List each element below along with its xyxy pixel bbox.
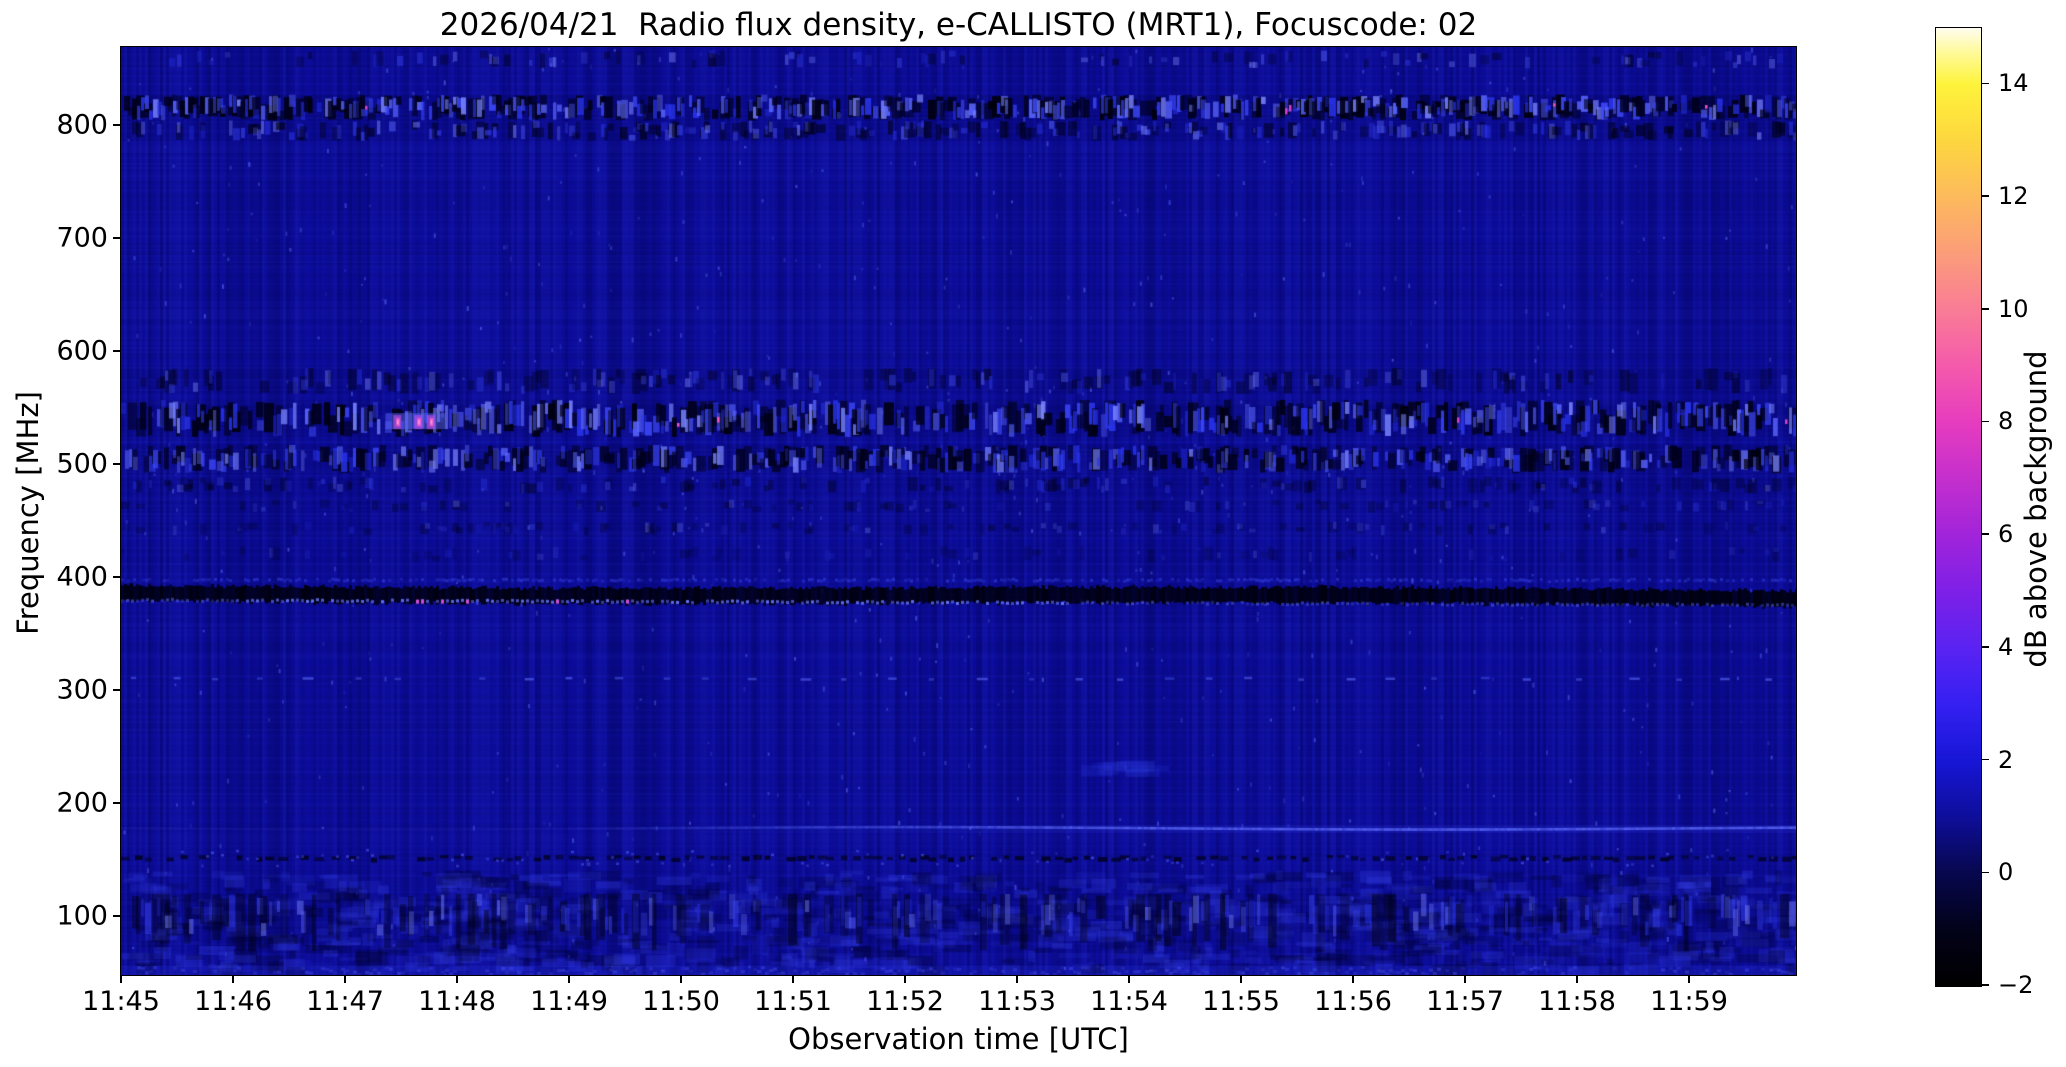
colorbar-tick-label: 14 bbox=[1998, 69, 2029, 98]
x-tick-label: 11:58 bbox=[1538, 986, 1616, 1017]
y-tick-mark bbox=[113, 124, 121, 126]
x-tick-label: 11:50 bbox=[642, 986, 720, 1017]
x-tick-label: 11:54 bbox=[1090, 986, 1168, 1017]
x-tick-mark bbox=[1352, 975, 1354, 983]
x-tick-mark bbox=[232, 975, 234, 983]
x-axis-label: Observation time [UTC] bbox=[788, 1022, 1129, 1056]
x-tick-label: 11:53 bbox=[978, 986, 1056, 1017]
x-tick-label: 11:48 bbox=[418, 986, 496, 1017]
colorbar-tick-mark bbox=[1981, 420, 1989, 423]
y-tick-label: 700 bbox=[56, 222, 108, 254]
x-tick-label: 11:49 bbox=[530, 986, 608, 1017]
colorbar-tick-label: 10 bbox=[1998, 294, 2029, 323]
colorbar-tick-label: −2 bbox=[1998, 971, 2034, 999]
x-tick-mark bbox=[1576, 975, 1578, 983]
x-tick-label: 11:45 bbox=[82, 986, 160, 1017]
colorbar-tick-mark bbox=[1981, 533, 1989, 535]
y-tick-label: 800 bbox=[56, 109, 108, 141]
x-tick-mark bbox=[1464, 975, 1466, 983]
colorbar-tick-label: 12 bbox=[1998, 182, 2029, 211]
figure-root: 2026/04/21 Radio flux density, e-CALLIST… bbox=[0, 0, 2066, 1067]
colorbar-tick-label: 6 bbox=[1998, 520, 2014, 549]
x-tick-mark bbox=[568, 975, 570, 983]
x-tick-mark bbox=[1128, 975, 1130, 983]
y-tick-label: 600 bbox=[56, 335, 108, 367]
x-tick-mark bbox=[120, 975, 122, 983]
y-tick-mark bbox=[113, 350, 121, 352]
x-tick-mark bbox=[344, 975, 346, 983]
y-tick-mark bbox=[113, 915, 121, 917]
y-tick-label: 200 bbox=[56, 787, 108, 819]
y-tick-label: 500 bbox=[56, 448, 108, 480]
colorbar-tick-label: 8 bbox=[1998, 407, 2014, 436]
colorbar-tick-mark bbox=[1981, 758, 1989, 761]
colorbar-tick-mark bbox=[1981, 646, 1989, 648]
colorbar-tick-mark bbox=[1981, 871, 1989, 874]
x-tick-label: 11:56 bbox=[1314, 986, 1392, 1017]
x-tick-mark bbox=[792, 975, 794, 983]
y-tick-mark bbox=[113, 689, 121, 691]
colorbar-tick-mark bbox=[1981, 82, 1989, 85]
x-tick-mark bbox=[1240, 975, 1242, 983]
y-tick-mark bbox=[113, 463, 121, 465]
colorbar-gradient bbox=[1936, 28, 1981, 986]
colorbar-tick-mark bbox=[1981, 984, 1989, 986]
y-tick-label: 100 bbox=[56, 900, 108, 932]
x-tick-mark bbox=[1688, 975, 1690, 983]
x-tick-label: 11:51 bbox=[754, 986, 832, 1017]
spectrogram-plot bbox=[120, 46, 1797, 976]
plot-title: 2026/04/21 Radio flux density, e-CALLIST… bbox=[439, 7, 1478, 43]
colorbar-tick-label: 2 bbox=[1998, 745, 2014, 774]
x-tick-label: 11:47 bbox=[306, 986, 384, 1017]
x-tick-mark bbox=[1016, 975, 1018, 983]
spectrogram-heatmap bbox=[121, 47, 1796, 975]
x-tick-mark bbox=[904, 975, 906, 983]
colorbar bbox=[1935, 27, 1982, 987]
colorbar-tick-mark bbox=[1981, 195, 1989, 197]
x-tick-label: 11:57 bbox=[1426, 986, 1504, 1017]
x-tick-label: 11:52 bbox=[866, 986, 944, 1017]
x-tick-mark bbox=[680, 975, 682, 983]
colorbar-tick-mark bbox=[1981, 308, 1989, 310]
colorbar-label: dB above background bbox=[2019, 350, 2053, 668]
y-tick-mark bbox=[113, 576, 121, 578]
x-tick-label: 11:46 bbox=[194, 986, 272, 1017]
x-tick-mark bbox=[456, 975, 458, 983]
x-tick-label: 11:59 bbox=[1650, 986, 1728, 1017]
y-axis-label: Frequency [MHz] bbox=[11, 391, 45, 635]
y-tick-label: 400 bbox=[56, 561, 108, 593]
y-tick-mark bbox=[113, 237, 121, 239]
y-tick-label: 300 bbox=[56, 674, 108, 706]
x-tick-label: 11:55 bbox=[1202, 986, 1280, 1017]
y-tick-mark bbox=[113, 802, 121, 804]
colorbar-tick-label: 4 bbox=[1998, 632, 2014, 661]
colorbar-tick-label: 0 bbox=[1998, 858, 2014, 887]
